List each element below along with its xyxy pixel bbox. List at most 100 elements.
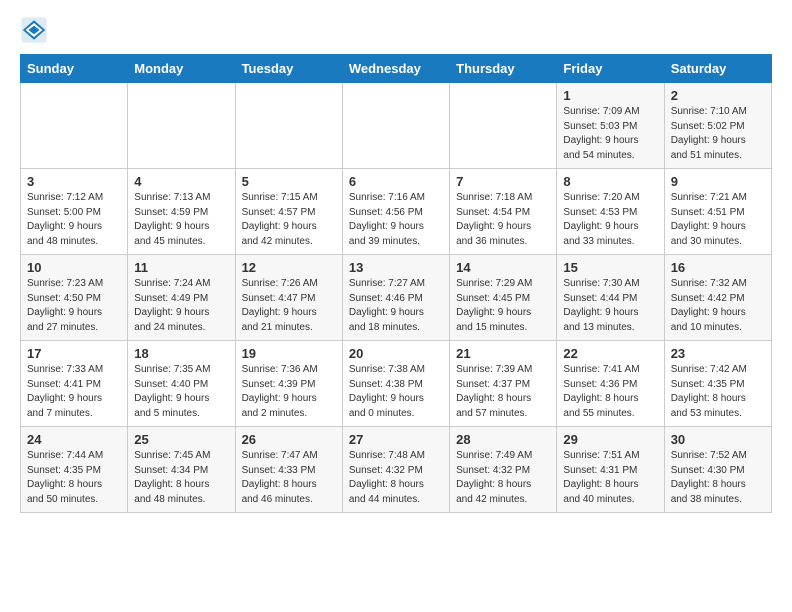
day-cell: 15Sunrise: 7:30 AMSunset: 4:44 PMDayligh… [557, 255, 664, 341]
day-number: 5 [242, 174, 336, 189]
day-info: Sunrise: 7:26 AMSunset: 4:47 PMDaylight:… [242, 277, 336, 335]
weekday-header-saturday: Saturday [664, 55, 771, 83]
day-info: Sunrise: 7:09 AMSunset: 5:03 PMDaylight:… [563, 105, 657, 163]
day-info: Sunrise: 7:13 AMSunset: 4:59 PMDaylight:… [134, 191, 228, 249]
day-number: 16 [671, 260, 765, 275]
week-row-3: 10 Sunrise: 7:23 AMSunset: 4:50 PMDayligh… [21, 255, 772, 341]
day-cell: 22 Sunrise: 7:41 AMSunset: 4:36 PMDayligh… [557, 341, 664, 427]
day-number: 27 [349, 432, 443, 447]
day-number: 23 [671, 346, 765, 361]
day-cell: 7 Sunrise: 7:18 AMSunset: 4:54 PMDaylight… [450, 169, 557, 255]
day-cell: 20 Sunrise: 7:38 AMSunset: 4:38 PMDayligh… [342, 341, 449, 427]
day-number: 29 [563, 432, 657, 447]
day-cell: 6 Sunrise: 7:16 AMSunset: 4:56 PMDaylight… [342, 169, 449, 255]
header [20, 16, 772, 44]
day-info: Sunrise: 7:27 AMSunset: 4:46 PMDaylight:… [349, 277, 443, 335]
day-info: Sunrise: 7:35 AMSunset: 4:40 PMDaylight:… [134, 363, 228, 421]
day-number: 18 [134, 346, 228, 361]
day-cell: 26 Sunrise: 7:47 AMSunset: 4:33 PMDayligh… [235, 427, 342, 513]
weekday-header-wednesday: Wednesday [342, 55, 449, 83]
day-cell [450, 83, 557, 169]
day-cell: 27 Sunrise: 7:48 AMSunset: 4:32 PMDayligh… [342, 427, 449, 513]
day-cell: 10 Sunrise: 7:23 AMSunset: 4:50 PMDayligh… [21, 255, 128, 341]
day-cell: 30Sunrise: 7:52 AMSunset: 4:30 PMDayligh… [664, 427, 771, 513]
day-number: 20 [349, 346, 443, 361]
day-cell: 4 Sunrise: 7:13 AMSunset: 4:59 PMDaylight… [128, 169, 235, 255]
day-info: Sunrise: 7:42 AMSunset: 4:35 PMDaylight:… [671, 363, 765, 421]
calendar-table: SundayMondayTuesdayWednesdayThursdayFrid… [20, 54, 772, 513]
day-number: 21 [456, 346, 550, 361]
day-info: Sunrise: 7:18 AMSunset: 4:54 PMDaylight:… [456, 191, 550, 249]
day-number: 6 [349, 174, 443, 189]
day-cell: 18 Sunrise: 7:35 AMSunset: 4:40 PMDayligh… [128, 341, 235, 427]
day-info: Sunrise: 7:24 AMSunset: 4:49 PMDaylight:… [134, 277, 228, 335]
day-number: 17 [27, 346, 121, 361]
day-info: Sunrise: 7:16 AMSunset: 4:56 PMDaylight:… [349, 191, 443, 249]
day-cell: 28 Sunrise: 7:49 AMSunset: 4:32 PMDayligh… [450, 427, 557, 513]
day-info: Sunrise: 7:48 AMSunset: 4:32 PMDaylight:… [349, 449, 443, 507]
day-number: 1 [563, 88, 657, 103]
weekday-header-row: SundayMondayTuesdayWednesdayThursdayFrid… [21, 55, 772, 83]
day-number: 25 [134, 432, 228, 447]
day-cell: 21Sunrise: 7:39 AMSunset: 4:37 PMDayligh… [450, 341, 557, 427]
day-info: Sunrise: 7:32 AMSunset: 4:42 PMDaylight:… [671, 277, 765, 335]
day-number: 26 [242, 432, 336, 447]
day-cell: 1 Sunrise: 7:09 AMSunset: 5:03 PMDaylight… [557, 83, 664, 169]
day-number: 28 [456, 432, 550, 447]
day-info: Sunrise: 7:12 AMSunset: 5:00 PMDaylight:… [27, 191, 121, 249]
week-row-5: 24Sunrise: 7:44 AMSunset: 4:35 PMDayligh… [21, 427, 772, 513]
day-number: 24 [27, 432, 121, 447]
day-cell: 9Sunrise: 7:21 AMSunset: 4:51 PMDaylight… [664, 169, 771, 255]
day-number: 11 [134, 260, 228, 275]
day-info: Sunrise: 7:21 AMSunset: 4:51 PMDaylight:… [671, 191, 765, 249]
day-number: 10 [27, 260, 121, 275]
day-info: Sunrise: 7:29 AMSunset: 4:45 PMDaylight:… [456, 277, 550, 335]
weekday-header-sunday: Sunday [21, 55, 128, 83]
day-info: Sunrise: 7:45 AMSunset: 4:34 PMDaylight:… [134, 449, 228, 507]
day-number: 15 [563, 260, 657, 275]
day-number: 19 [242, 346, 336, 361]
day-number: 14 [456, 260, 550, 275]
logo-icon [20, 16, 48, 44]
weekday-header-thursday: Thursday [450, 55, 557, 83]
day-info: Sunrise: 7:38 AMSunset: 4:38 PMDaylight:… [349, 363, 443, 421]
day-cell: 12 Sunrise: 7:26 AMSunset: 4:47 PMDayligh… [235, 255, 342, 341]
day-number: 8 [563, 174, 657, 189]
day-info: Sunrise: 7:47 AMSunset: 4:33 PMDaylight:… [242, 449, 336, 507]
week-row-1: 1 Sunrise: 7:09 AMSunset: 5:03 PMDaylight… [21, 83, 772, 169]
day-info: Sunrise: 7:15 AMSunset: 4:57 PMDaylight:… [242, 191, 336, 249]
day-number: 7 [456, 174, 550, 189]
day-info: Sunrise: 7:36 AMSunset: 4:39 PMDaylight:… [242, 363, 336, 421]
page: SundayMondayTuesdayWednesdayThursdayFrid… [0, 0, 792, 529]
day-info: Sunrise: 7:23 AMSunset: 4:50 PMDaylight:… [27, 277, 121, 335]
day-cell: 16 Sunrise: 7:32 AMSunset: 4:42 PMDayligh… [664, 255, 771, 341]
day-cell: 3 Sunrise: 7:12 AMSunset: 5:00 PMDaylight… [21, 169, 128, 255]
day-cell: 13 Sunrise: 7:27 AMSunset: 4:46 PMDayligh… [342, 255, 449, 341]
weekday-header-monday: Monday [128, 55, 235, 83]
day-cell: 17 Sunrise: 7:33 AMSunset: 4:41 PMDayligh… [21, 341, 128, 427]
day-cell [235, 83, 342, 169]
day-number: 3 [27, 174, 121, 189]
day-info: Sunrise: 7:41 AMSunset: 4:36 PMDaylight:… [563, 363, 657, 421]
day-cell: 14 Sunrise: 7:29 AMSunset: 4:45 PMDayligh… [450, 255, 557, 341]
day-info: Sunrise: 7:33 AMSunset: 4:41 PMDaylight:… [27, 363, 121, 421]
day-info: Sunrise: 7:20 AMSunset: 4:53 PMDaylight:… [563, 191, 657, 249]
day-cell: 25 Sunrise: 7:45 AMSunset: 4:34 PMDayligh… [128, 427, 235, 513]
logo [20, 16, 52, 44]
day-cell [342, 83, 449, 169]
day-info: Sunrise: 7:51 AMSunset: 4:31 PMDaylight:… [563, 449, 657, 507]
day-cell [21, 83, 128, 169]
weekday-header-friday: Friday [557, 55, 664, 83]
day-number: 22 [563, 346, 657, 361]
week-row-4: 17 Sunrise: 7:33 AMSunset: 4:41 PMDayligh… [21, 341, 772, 427]
day-cell: 23 Sunrise: 7:42 AMSunset: 4:35 PMDayligh… [664, 341, 771, 427]
day-number: 30 [671, 432, 765, 447]
day-number: 2 [671, 88, 765, 103]
day-cell [128, 83, 235, 169]
day-number: 13 [349, 260, 443, 275]
day-cell: 24Sunrise: 7:44 AMSunset: 4:35 PMDayligh… [21, 427, 128, 513]
day-number: 12 [242, 260, 336, 275]
day-number: 4 [134, 174, 228, 189]
day-info: Sunrise: 7:49 AMSunset: 4:32 PMDaylight:… [456, 449, 550, 507]
day-cell: 29 Sunrise: 7:51 AMSunset: 4:31 PMDayligh… [557, 427, 664, 513]
